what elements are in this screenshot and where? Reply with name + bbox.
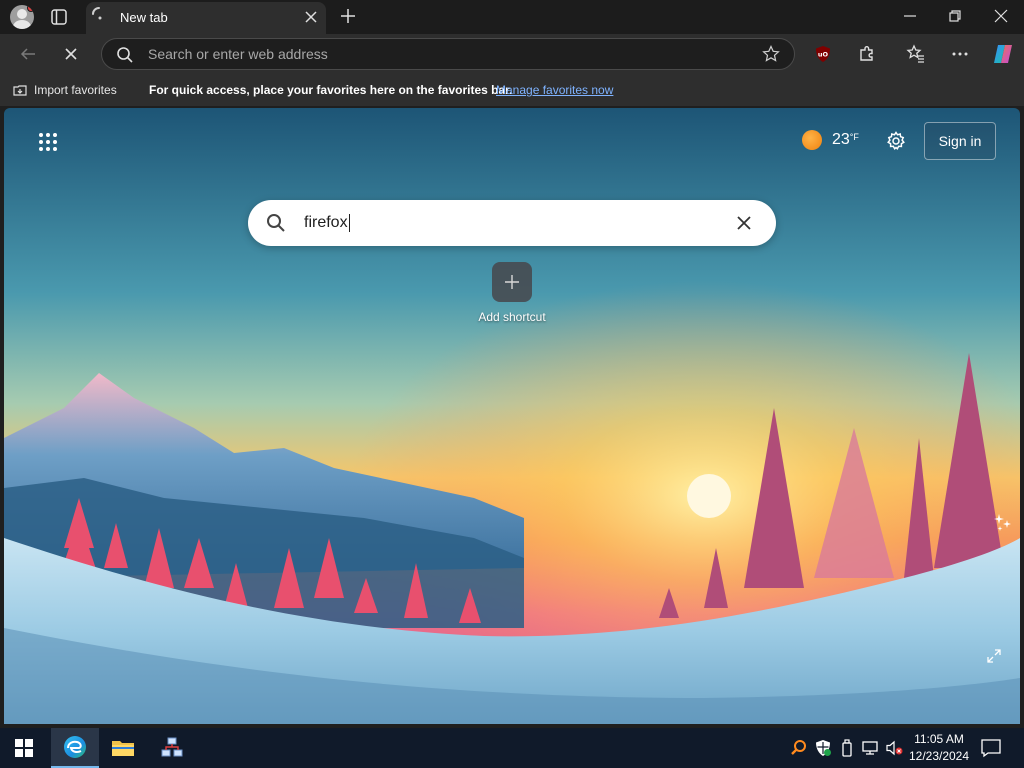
more-options-icon[interactable]	[950, 44, 970, 64]
stop-loading-icon[interactable]	[62, 45, 80, 63]
ublock-origin-icon[interactable]: uO	[813, 44, 833, 64]
volume-muted-icon[interactable]	[885, 739, 903, 757]
web-search-box[interactable]: firefox	[248, 200, 776, 246]
expand-icon[interactable]	[986, 648, 1002, 664]
back-arrow-icon[interactable]	[19, 45, 37, 63]
title-bar: New tab	[0, 0, 1024, 34]
new-tab-page: 23°F Sign in firefox Add shortcut	[4, 108, 1020, 724]
favorites-bar: Import favorites For quick access, place…	[0, 74, 1024, 106]
search-magnifier-tray-icon[interactable]	[790, 739, 808, 757]
text-caret	[348, 214, 350, 232]
start-button[interactable]	[0, 728, 48, 768]
system-clock[interactable]: 11:05 AM 12/23/2024	[906, 731, 972, 765]
taskbar: 11:05 AM 12/23/2024	[0, 728, 1024, 768]
tab-title: New tab	[120, 10, 168, 25]
search-icon	[117, 47, 133, 63]
tab-new-tab[interactable]: New tab	[86, 2, 326, 34]
favorite-star-icon[interactable]	[762, 45, 780, 63]
navigation-bar: uO	[0, 34, 1024, 74]
network-monitor-icon[interactable]	[861, 739, 879, 757]
windows-logo-icon	[15, 739, 33, 757]
temperature-unit: °F	[849, 132, 859, 142]
import-favorites-label: Import favorites	[34, 83, 117, 97]
loading-spinner-icon	[92, 7, 102, 20]
temperature: 23°F	[832, 131, 859, 149]
clock-date: 12/23/2024	[908, 749, 970, 763]
favorites-bar-message: For quick access, place your favorites h…	[149, 83, 513, 97]
sparkle-icon[interactable]	[992, 512, 1014, 534]
import-favorites-icon	[13, 85, 27, 96]
folder-icon	[112, 741, 134, 756]
extensions-puzzle-icon[interactable]	[857, 44, 877, 64]
tab-actions-icon[interactable]	[50, 8, 68, 26]
svg-text:uO: uO	[818, 51, 829, 59]
notification-center-icon[interactable]	[980, 738, 1002, 758]
add-shortcut-tile[interactable]	[492, 262, 532, 302]
add-shortcut-label: Add shortcut	[478, 310, 546, 324]
weather-widget[interactable]: 23°F	[802, 130, 859, 150]
copilot-icon[interactable]	[991, 42, 1015, 66]
minimize-icon[interactable]	[902, 8, 918, 24]
taskbar-network-app-button[interactable]	[148, 728, 196, 768]
network-computers-icon	[161, 737, 183, 757]
app-launcher-icon[interactable]	[38, 132, 58, 152]
gear-icon[interactable]	[886, 131, 906, 151]
clock-time: 11:05 AM	[914, 732, 964, 746]
clear-search-icon[interactable]	[736, 215, 752, 231]
add-shortcut-button[interactable]: Add shortcut	[472, 262, 552, 324]
search-query-value: firefox	[304, 214, 348, 232]
edge-browser-icon	[64, 736, 86, 758]
profile-avatar-icon[interactable]	[10, 5, 34, 29]
usb-device-icon[interactable]	[838, 739, 856, 757]
temperature-value: 23	[832, 131, 850, 148]
plus-icon	[505, 275, 519, 289]
close-window-icon[interactable]	[993, 8, 1009, 24]
sunny-weather-icon	[802, 130, 822, 150]
search-query-text[interactable]: firefox	[304, 214, 350, 232]
profile-alert-badge	[27, 5, 34, 12]
search-icon	[267, 214, 285, 232]
restore-icon[interactable]	[947, 8, 963, 24]
favorites-list-icon[interactable]	[906, 44, 926, 64]
import-favorites-button[interactable]: Import favorites	[12, 82, 117, 98]
taskbar-edge-button[interactable]	[51, 728, 99, 768]
sign-in-button[interactable]: Sign in	[924, 122, 996, 160]
address-bar[interactable]	[101, 38, 795, 70]
security-shield-icon[interactable]	[814, 739, 832, 757]
new-tab-plus-icon[interactable]	[340, 8, 356, 24]
address-input[interactable]	[148, 43, 728, 65]
taskbar-file-explorer-button[interactable]	[99, 728, 147, 768]
tab-close-icon[interactable]	[304, 10, 318, 24]
manage-favorites-link[interactable]: Manage favorites now	[496, 83, 613, 97]
